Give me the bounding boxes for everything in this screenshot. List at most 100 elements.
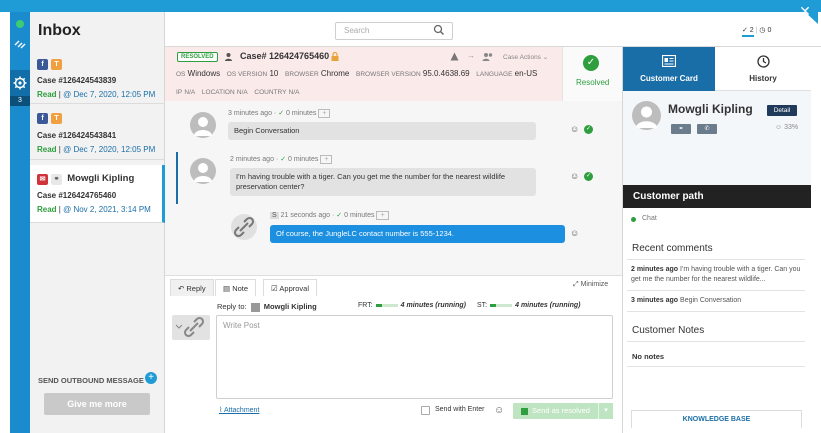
st-timer: ST: 4 minutes (running) [477, 302, 580, 309]
send-button-label: Send as resolved [532, 406, 590, 415]
close-icon[interactable]: ✕ [792, 0, 818, 24]
online-status-icon [16, 20, 24, 28]
comment-item[interactable]: 3 minutes ago Begin Conversation [631, 296, 803, 306]
inbox-panel: Inbox fT Case #126424543839 Read | @ Dec… [30, 12, 165, 433]
smile-icon[interactable]: ☺ [570, 228, 579, 238]
smile-icon[interactable]: ☺ [570, 171, 579, 181]
meta-value: Windows [187, 69, 221, 78]
tab-label: Customer Card [640, 74, 698, 83]
frt-value: 4 minutes (running) [400, 302, 466, 309]
message-read-time: 0 minutes [344, 212, 375, 219]
inbox-case-item[interactable]: fT Case #126424543839 Read | @ Dec 7, 20… [30, 54, 165, 104]
tab-note[interactable]: ▤ Note [215, 279, 257, 296]
case-date: @ Dec 7, 2020, 12:05 PM [63, 145, 156, 154]
give-me-more-button[interactable]: Give me more [44, 393, 150, 415]
thread-indicator [176, 152, 178, 204]
frt-progress [375, 303, 398, 307]
tag-icon[interactable]: + [320, 155, 333, 164]
path-dot-icon [631, 217, 636, 222]
header-stats[interactable]: ✓ 2 | ◷ 0 [742, 26, 771, 37]
case-actions-dropdown[interactable]: Case Actions ⌄ [503, 53, 548, 61]
meta-value: N/A [288, 89, 300, 96]
message-read-time: 0 minutes [286, 110, 317, 117]
search-icon[interactable] [433, 24, 445, 36]
frt-timer: FRT: 4 minutes (running) [358, 302, 466, 309]
case-number-header: Case# 126424765460 [240, 51, 330, 61]
rail-count-badge: 3 [10, 96, 30, 106]
send-outbound-label[interactable]: SEND OUTBOUND MESSAGE [38, 376, 144, 385]
customer-score: ☺ 33% [775, 124, 798, 131]
plus-icon[interactable]: + [145, 372, 157, 384]
resolved-status-icon [521, 407, 529, 415]
no-notes-text: No notes [632, 352, 665, 361]
link-icon: ⚭ [51, 174, 62, 185]
comment-text: Begin Conversation [680, 297, 742, 304]
minimize-button[interactable]: ⤢ Minimize [573, 281, 608, 289]
resolved-count[interactable]: ✓ 2 [742, 27, 754, 37]
meta-label: LOCATION [201, 89, 235, 96]
link-icon[interactable] [12, 36, 28, 52]
chevron-down-icon: ⌄ [542, 54, 549, 61]
smile-icon[interactable]: ☺ [570, 124, 579, 134]
tag-icon: T [51, 59, 62, 70]
assign-arrow-icon[interactable]: → [467, 51, 475, 60]
meta-value: 10 [269, 69, 279, 78]
warning-icon[interactable] [450, 52, 459, 61]
message-time: 21 seconds ago [280, 212, 331, 219]
send-as-resolved-button[interactable]: Send as resolved [513, 403, 598, 419]
chevron-down-icon[interactable]: ▾ [598, 403, 613, 419]
read-status: Read [37, 145, 57, 154]
meta-label: IP [176, 89, 183, 96]
tag-icon[interactable]: + [376, 211, 389, 220]
send-with-enter-checkbox[interactable] [421, 406, 430, 415]
right-edge [811, 47, 821, 433]
case-number: Case #126424765460 [37, 191, 117, 200]
tag-icon[interactable]: + [318, 109, 331, 118]
meta-value: en-US [514, 69, 538, 78]
knowledge-base-button[interactable]: KNOWLEDGE BASE [631, 410, 802, 428]
reply-to-name: Mowgli Kipling [263, 302, 317, 311]
detail-button[interactable]: Detail [767, 105, 797, 116]
comment-time: 3 minutes ago [631, 297, 679, 304]
users-icon[interactable] [482, 52, 494, 61]
divider [627, 366, 805, 367]
minimize-label: Minimize [580, 281, 609, 288]
meta-value: 95.0.4638.69 [422, 69, 470, 78]
paperclip-icon: ⌇ [219, 407, 223, 414]
send-with-enter-label: Send with Enter [435, 406, 485, 413]
reply-to-label: Reply to: [217, 302, 247, 311]
link-channel-button[interactable] [172, 315, 210, 340]
read-status: Read [37, 205, 57, 214]
smile-icon: ☺ [775, 124, 783, 131]
status-badge: RESOLVED [177, 52, 218, 62]
case-actions-label[interactable]: Case Actions [503, 54, 541, 61]
expand-icon: ⤢ [573, 281, 579, 288]
tab-label: Note [232, 284, 249, 293]
comment-time: 2 minutes ago [631, 266, 679, 273]
meta-label: LANGUAGE [476, 71, 513, 78]
channel-social-icon[interactable]: ✆ [697, 124, 717, 134]
meta-label: BROWSER [285, 71, 319, 78]
meta-label: COUNTRY [254, 89, 287, 96]
tab-label: Reply [186, 284, 206, 293]
gear-icon[interactable] [12, 75, 28, 91]
channel-link-icon[interactable]: ⚭ [671, 124, 691, 134]
tab-reply[interactable]: ↶ Reply [170, 279, 214, 296]
smile-icon[interactable]: ☺ [494, 405, 504, 416]
tab-approval[interactable]: ☑ Approval [263, 279, 318, 296]
chat-icon: ✉ [37, 174, 48, 185]
comment-item[interactable]: 2 minutes ago I'm having trouble with a … [631, 265, 803, 284]
path-item: Chat [642, 215, 657, 222]
compose-textarea[interactable]: Write Post [216, 315, 613, 399]
tab-history[interactable]: History [715, 47, 811, 91]
tab-customer-card[interactable]: Customer Card [623, 47, 715, 91]
inbox-case-item-active[interactable]: ✉ ⚭ Mowgli Kipling Case #126424765460 Rea… [30, 165, 165, 223]
attachment-link[interactable]: ⌇ Attachment [219, 406, 259, 414]
st-label: ST: [477, 302, 488, 309]
note-icon: ▤ [223, 284, 231, 293]
check-icon[interactable]: ✓ [583, 55, 599, 71]
inbox-case-item[interactable]: fT Case #126424543841 Read | @ Dec 7, 20… [30, 108, 165, 160]
user-icon [224, 52, 233, 61]
tag-icon: T [51, 113, 62, 124]
pending-count[interactable]: ◷ 0 [759, 27, 771, 34]
